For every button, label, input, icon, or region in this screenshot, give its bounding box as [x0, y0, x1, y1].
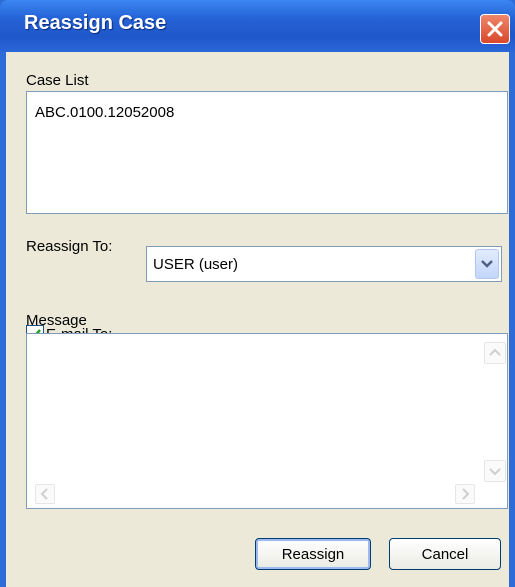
- title-bar[interactable]: Reassign Case: [0, 0, 515, 52]
- close-icon: [487, 21, 503, 37]
- chevron-down-icon: [481, 260, 493, 268]
- scroll-left-button[interactable]: [35, 484, 55, 504]
- dropdown-button[interactable]: [475, 249, 499, 279]
- message-label: Message: [26, 312, 87, 329]
- case-list-item[interactable]: ABC.0100.12052008: [35, 104, 174, 121]
- reassign-button[interactable]: Reassign: [255, 538, 371, 570]
- dialog-title: Reassign Case: [24, 12, 167, 34]
- arrow-right-icon: [462, 488, 470, 500]
- reassign-to-select[interactable]: USER (user): [146, 246, 502, 282]
- scroll-down-button[interactable]: [484, 460, 506, 482]
- scroll-right-button[interactable]: [455, 484, 475, 504]
- arrow-left-icon: [40, 488, 48, 500]
- arrow-up-icon: [489, 348, 501, 356]
- arrow-down-icon: [489, 468, 501, 476]
- reassign-case-dialog: Reassign Case Case List ABC.0100.1205200…: [0, 0, 515, 587]
- close-button[interactable]: [480, 14, 510, 44]
- reassign-to-label: Reassign To:: [26, 238, 113, 255]
- case-list-label: Case List: [26, 72, 89, 89]
- dialog-body: Case List ABC.0100.12052008 Reassign To:…: [6, 52, 509, 587]
- reassign-to-value: USER (user): [153, 256, 239, 273]
- cancel-button[interactable]: Cancel: [389, 538, 501, 570]
- message-textarea[interactable]: [26, 333, 508, 509]
- scroll-up-button[interactable]: [484, 342, 506, 364]
- case-list-box[interactable]: ABC.0100.12052008: [26, 91, 508, 214]
